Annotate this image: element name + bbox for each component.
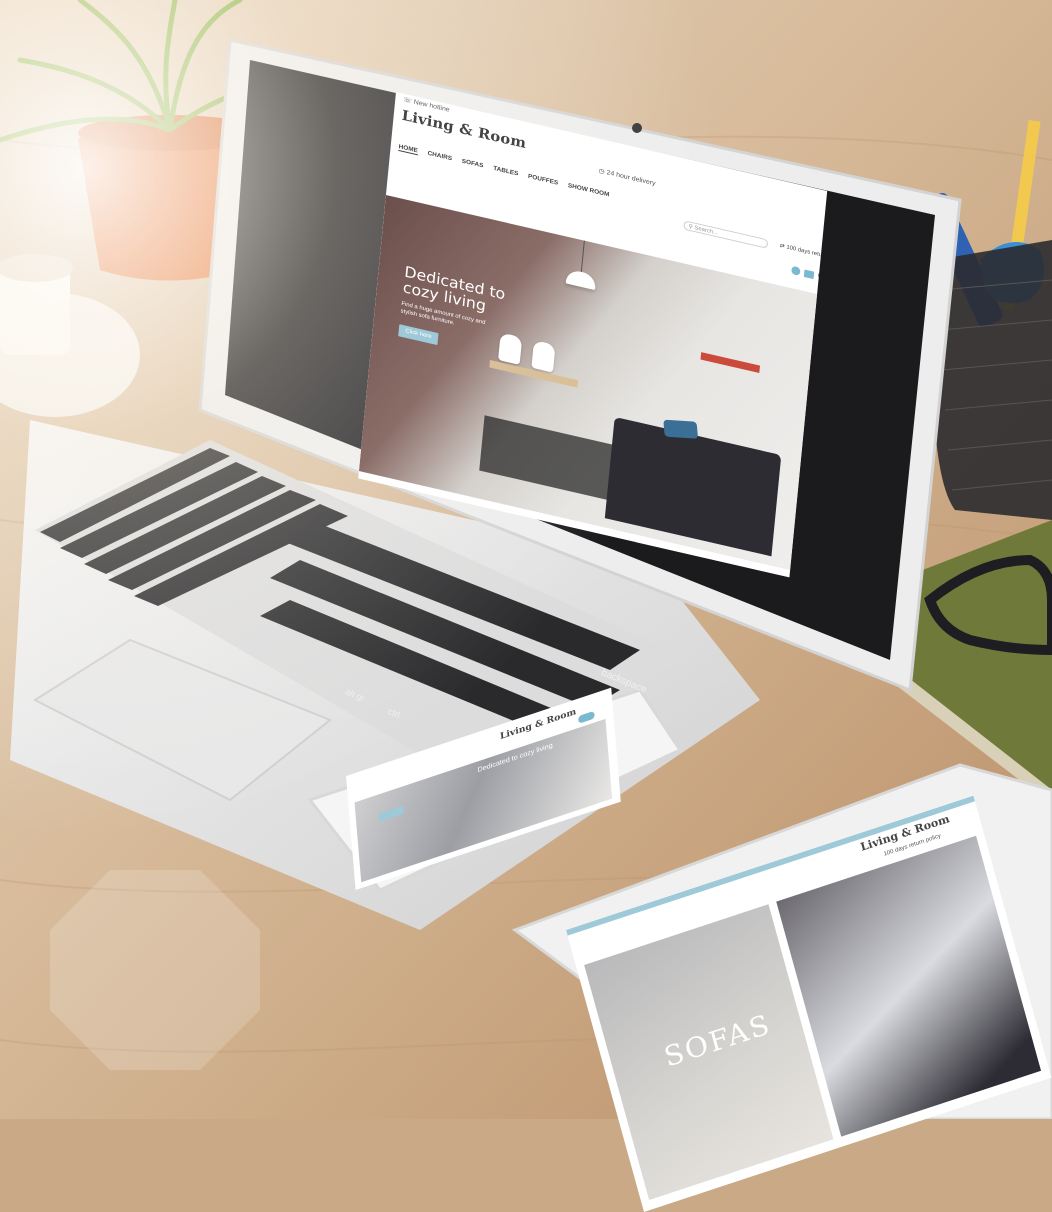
lens-flare-octagon [50,870,260,1070]
webcam-icon [632,123,642,133]
book-edge [845,600,1052,805]
trackpad [35,640,330,800]
chair [498,332,522,365]
main-nav: HOME CHAIRS SOFAS TABLES POUFFES SHOW RO… [398,143,609,199]
search-input[interactable]: ⚲ Search... [683,220,768,249]
chair [531,340,555,373]
returns-policy: ⇄ 100 days return policy [779,242,827,263]
rug [479,415,622,502]
key-alt-gr: alt gr [344,687,366,704]
pencil-holder [922,120,1052,520]
cup-top [0,254,73,282]
pendant-lamp [566,269,597,290]
pencil-stick [1002,120,1040,310]
nav-pouffes[interactable]: POUFFES [528,173,559,187]
laptop-screen: ☏ New hotline Living & Room ◷ 24 hour de… [358,92,827,577]
delivery-promo: ◷ 24 hour delivery [598,167,655,187]
phone-hero: Dedicated to cozy living [355,719,613,882]
hero-cta-button[interactable]: Click here [398,324,438,345]
coffee-cup [0,254,140,417]
nav-show-room[interactable]: SHOW ROOM [568,182,610,199]
headset-icon: ☏ [403,97,414,106]
header-icons: 0 [791,266,822,281]
nav-home[interactable]: HOME [398,143,418,155]
scissors-handle [980,242,1044,303]
cup-body [0,265,70,355]
plant-pot-rim [78,115,262,151]
mesh-pattern [940,280,1052,490]
plant [0,0,330,281]
nav-chairs[interactable]: CHAIRS [427,150,452,163]
hero-banner: Dedicated to cozy living Find a huge amo… [359,195,817,570]
photo-scene: ☏ New hotline Living & Room ◷ 24 hour de… [0,0,1052,1119]
nav-sofas[interactable]: SOFAS [461,158,483,170]
phone-screen: Living & Room Dedicated to cozy living [346,688,621,890]
account-icon[interactable] [791,266,801,276]
wall-shelf [701,352,761,373]
book-green [845,520,1052,790]
plant-leaves [0,0,330,140]
lamp-cord [581,240,585,272]
plant-pot [78,128,262,281]
site-logo[interactable]: Living & Room [401,107,527,152]
nav-tables[interactable]: TABLES [493,165,519,178]
cart-count: 0 [818,273,822,280]
tablet-screen: Living & Room 100 days return policy SOF… [566,796,1051,1212]
marker [922,191,1005,329]
glasses-frame [930,560,1052,650]
saucer [0,293,140,417]
phone-hero-title: Dedicated to cozy living [477,742,553,774]
mesh-cup [933,240,1052,520]
sofa-pillow [663,420,698,439]
key-ctrl: ctrl [387,706,402,720]
cart-icon[interactable] [804,269,815,279]
book-and-glasses [845,520,1052,805]
